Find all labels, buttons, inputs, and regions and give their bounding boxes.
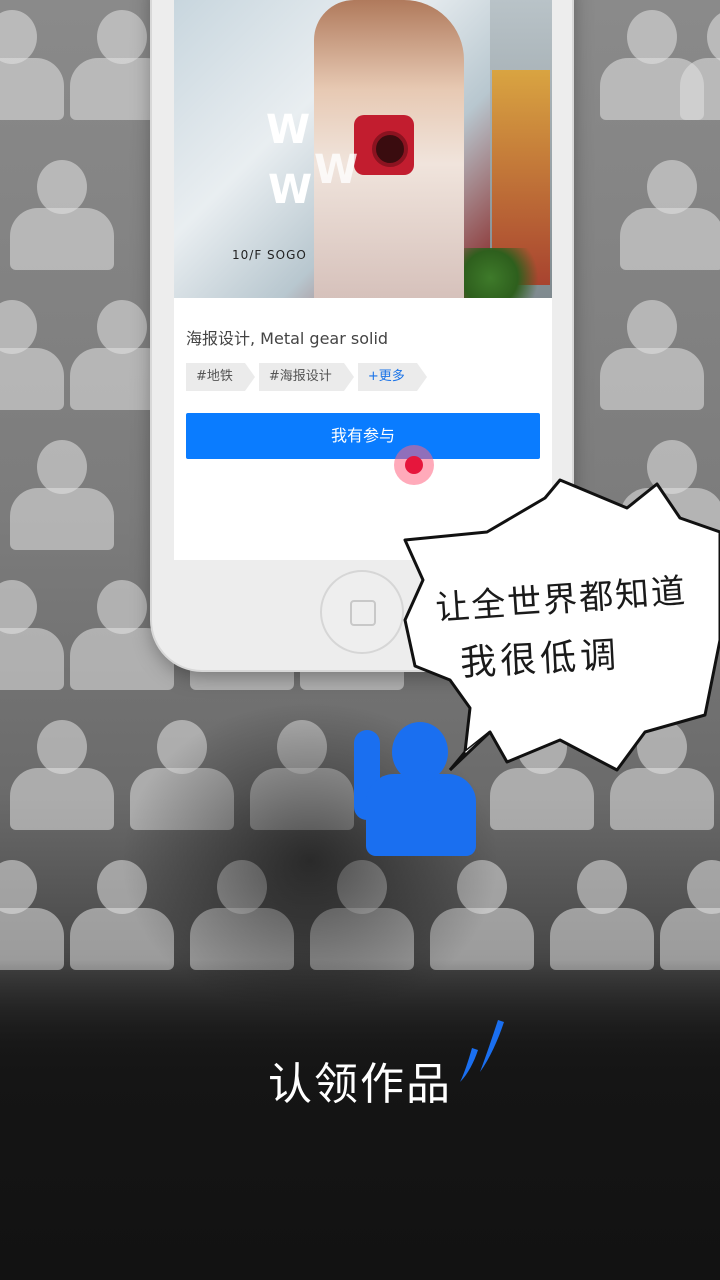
person-silhouette [10,440,114,550]
person-silhouette [0,300,64,410]
poster-sign: 10/F SOGO [232,248,307,262]
person-silhouette [600,300,704,410]
camera-graphic [354,115,414,175]
person-silhouette [660,860,720,970]
poster-letter: W [268,167,313,213]
bubble-line-2: 我很低调 [459,634,622,685]
bottom-fade [0,960,720,1280]
poster-letter: W [266,107,311,153]
poster-image: W W W 10/F SOGO [174,0,552,298]
work-title: 海报设计, Metal gear solid [186,329,389,348]
caption-title: 认领作品 [268,1059,452,1110]
person-silhouette [10,160,114,270]
poster-letter: W [314,147,359,193]
tag-subway[interactable]: #地铁 [186,363,255,391]
tag-list: #地铁 #海报设计 +更多 [186,363,427,391]
raised-hand-person-icon [352,722,476,858]
tag-poster-design[interactable]: #海报设计 [258,363,354,391]
person-silhouette [550,860,654,970]
person-silhouette [620,160,720,270]
person-silhouette [0,10,64,120]
join-button[interactable]: 我有参与 [186,413,540,459]
tag-more[interactable]: +更多 [357,363,427,391]
person-silhouette [0,580,64,690]
person-silhouette [0,860,64,970]
person-silhouette [10,720,114,830]
home-button [320,570,404,654]
home-square-icon [350,600,376,626]
accent-strokes-icon [460,1020,504,1082]
person-silhouette [680,10,720,120]
